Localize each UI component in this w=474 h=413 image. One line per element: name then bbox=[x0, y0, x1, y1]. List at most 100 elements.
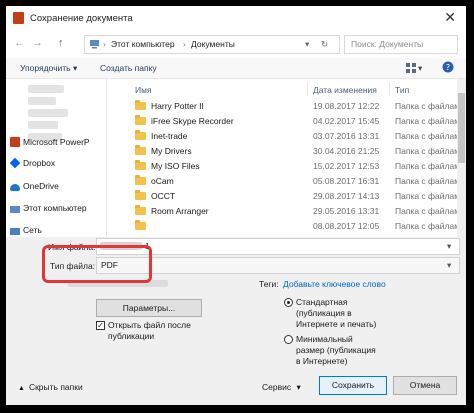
forward-arrow-icon[interactable]: → bbox=[32, 37, 43, 49]
folder-icon bbox=[135, 205, 146, 215]
highlight-frame bbox=[42, 245, 152, 283]
file-name: My ISO Files bbox=[151, 161, 200, 171]
sidebar-item-network[interactable]: Сеть bbox=[10, 225, 42, 235]
onedrive-icon bbox=[10, 184, 20, 191]
folder-icon bbox=[135, 220, 146, 230]
table-row[interactable]: Harry Potter II 19.08.2017 12:22 Папка с… bbox=[107, 99, 466, 113]
file-type: Папка с файлами bbox=[395, 101, 465, 111]
network-icon bbox=[10, 228, 20, 235]
back-arrow-icon[interactable]: ← bbox=[14, 37, 25, 49]
sidebar-item-onedrive[interactable]: OneDrive bbox=[10, 181, 59, 191]
breadcrumb-documents[interactable]: Документы bbox=[191, 39, 235, 49]
minimal-radio[interactable] bbox=[284, 335, 293, 344]
help-icon[interactable]: ? bbox=[442, 61, 454, 73]
file-date: 30.04.2016 21:25 bbox=[313, 146, 380, 156]
navigation-bar: ← → ↑ › Этот компьютер › Документы ▾ ↻ П… bbox=[6, 30, 466, 58]
table-row[interactable]: OCCT 29.08.2017 14:13 Папка с файлами bbox=[107, 189, 466, 203]
column-header-row: Имя Дата изменения Тип bbox=[107, 79, 466, 97]
options-button[interactable]: Параметры... bbox=[96, 299, 202, 317]
tags-label: Теги: bbox=[259, 279, 279, 289]
hide-folders-label: Скрыть папки bbox=[28, 382, 83, 392]
file-type: Папка с файлами bbox=[395, 221, 465, 231]
folder-icon bbox=[135, 190, 146, 200]
navigation-pane: Microsoft PowerP Dropbox OneDrive Этот к… bbox=[6, 79, 107, 237]
add-tag-link[interactable]: Добавьте ключевое слово bbox=[283, 279, 386, 289]
sidebar-item-powerpoint[interactable]: Microsoft PowerP bbox=[10, 137, 90, 147]
file-name: OCCT bbox=[151, 191, 176, 201]
table-row[interactable]: My ISO Files 15.02.2017 12:53 Папка с фа… bbox=[107, 159, 466, 173]
view-options-icon[interactable] bbox=[405, 62, 417, 74]
folder-icon bbox=[135, 130, 146, 140]
column-header-type[interactable]: Тип bbox=[395, 85, 409, 95]
hide-folders-toggle[interactable]: ▲ Скрыть папки bbox=[18, 382, 83, 392]
file-type: Папка с файлами bbox=[395, 116, 465, 126]
address-bar[interactable]: › Этот компьютер › Документы ▾ ↻ bbox=[84, 35, 340, 54]
file-name: Harry Potter II bbox=[151, 101, 204, 111]
column-header-name[interactable]: Имя bbox=[135, 85, 152, 95]
table-row[interactable]: Room Arranger 29.05.2016 13:31 Папка с ф… bbox=[107, 204, 466, 218]
blurred-item bbox=[28, 109, 68, 117]
file-date: 03.07.2016 13:31 bbox=[313, 131, 380, 141]
close-icon[interactable]: ✕ bbox=[444, 9, 456, 26]
search-box[interactable]: Поиск: Документы bbox=[344, 35, 458, 54]
table-row[interactable]: Inet-trade 03.07.2016 13:31 Папка с файл… bbox=[107, 129, 466, 143]
open-after-publish-checkbox[interactable]: ✓ bbox=[96, 321, 105, 330]
file-name: Room Arranger bbox=[151, 206, 209, 216]
blurred-item bbox=[28, 97, 56, 105]
dropbox-icon bbox=[9, 157, 21, 169]
table-row[interactable]: iFree Skype Recorder 04.02.2017 15:45 Па… bbox=[107, 114, 466, 128]
address-dropdown-icon[interactable]: ▾ bbox=[305, 39, 309, 50]
folder-icon bbox=[135, 100, 146, 110]
file-type: Папка с файлами bbox=[395, 161, 465, 171]
sidebar-item-this-pc[interactable]: Этот компьютер bbox=[10, 203, 87, 213]
chevron-down-icon: ▾ bbox=[296, 382, 301, 392]
chevron-down-icon[interactable]: ▾ bbox=[447, 241, 451, 252]
table-row[interactable]: oCam 05.08.2017 16:31 Папка с файлами bbox=[107, 174, 466, 188]
tools-menu[interactable]: Сервис ▾ bbox=[262, 382, 301, 393]
file-name: Inet-trade bbox=[151, 131, 188, 141]
save-button[interactable]: Сохранить bbox=[319, 376, 387, 395]
search-placeholder[interactable]: Поиск: Документы bbox=[351, 39, 423, 49]
sidebar-item-label: Сеть bbox=[23, 225, 42, 235]
file-type: Папка с файлами bbox=[395, 131, 465, 141]
column-header-date[interactable]: Дата изменения bbox=[313, 85, 377, 95]
toolbar: Упорядочить ▾ Создать папку ▾ ? bbox=[6, 58, 466, 79]
folder-icon bbox=[135, 145, 146, 155]
refresh-icon[interactable]: ↻ bbox=[321, 39, 328, 50]
title-bar: Сохранение документа ✕ bbox=[6, 6, 466, 30]
file-name: iFree Skype Recorder bbox=[151, 116, 234, 126]
up-arrow-icon[interactable]: ↑ bbox=[58, 37, 64, 49]
file-date: 08.08.2017 12:05 bbox=[313, 221, 380, 231]
new-folder-button[interactable]: Создать папку bbox=[100, 63, 157, 73]
folder-icon bbox=[135, 160, 146, 170]
view-dropdown-icon[interactable]: ▾ bbox=[418, 63, 422, 74]
blurred-item bbox=[28, 121, 58, 129]
file-type: Папка с файлами bbox=[395, 176, 465, 186]
scrollbar-thumb[interactable] bbox=[458, 93, 465, 163]
standard-radio[interactable] bbox=[284, 298, 293, 307]
window-title: Сохранение документа bbox=[30, 13, 133, 24]
file-type: Папка с файлами bbox=[395, 206, 465, 216]
column-divider[interactable] bbox=[389, 82, 390, 96]
chevron-up-icon: ▲ bbox=[18, 385, 25, 392]
column-divider[interactable] bbox=[307, 82, 308, 96]
table-row[interactable]: 08.08.2017 12:05 Папка с файлами bbox=[107, 219, 466, 233]
organize-menu[interactable]: Упорядочить ▾ bbox=[20, 63, 77, 74]
cancel-button[interactable]: Отмена bbox=[393, 376, 457, 395]
vertical-scrollbar[interactable] bbox=[457, 79, 466, 237]
breadcrumb-separator: › bbox=[103, 39, 106, 49]
sidebar-item-dropbox[interactable]: Dropbox bbox=[9, 157, 56, 169]
standard-option-label: Стандартная bbox=[296, 297, 348, 307]
table-row[interactable]: My Drivers 30.04.2016 21:25 Папка с файл… bbox=[107, 144, 466, 158]
svg-text:?: ? bbox=[446, 63, 450, 72]
powerpoint-app-icon bbox=[13, 12, 24, 24]
sidebar-item-label: Microsoft PowerP bbox=[23, 137, 90, 147]
file-date: 04.02.2017 15:45 bbox=[313, 116, 380, 126]
file-type: Папка с файлами bbox=[395, 191, 465, 201]
folder-icon bbox=[135, 115, 146, 125]
chevron-down-icon[interactable]: ▾ bbox=[447, 260, 451, 271]
sidebar-item-label: Dropbox bbox=[23, 158, 56, 168]
standard-option-desc: (публикация в bbox=[296, 308, 352, 318]
breadcrumb-this-pc[interactable]: Этот компьютер bbox=[111, 39, 175, 49]
save-dialog: Сохранение документа ✕ ← → ↑ › Этот комп… bbox=[6, 6, 466, 405]
